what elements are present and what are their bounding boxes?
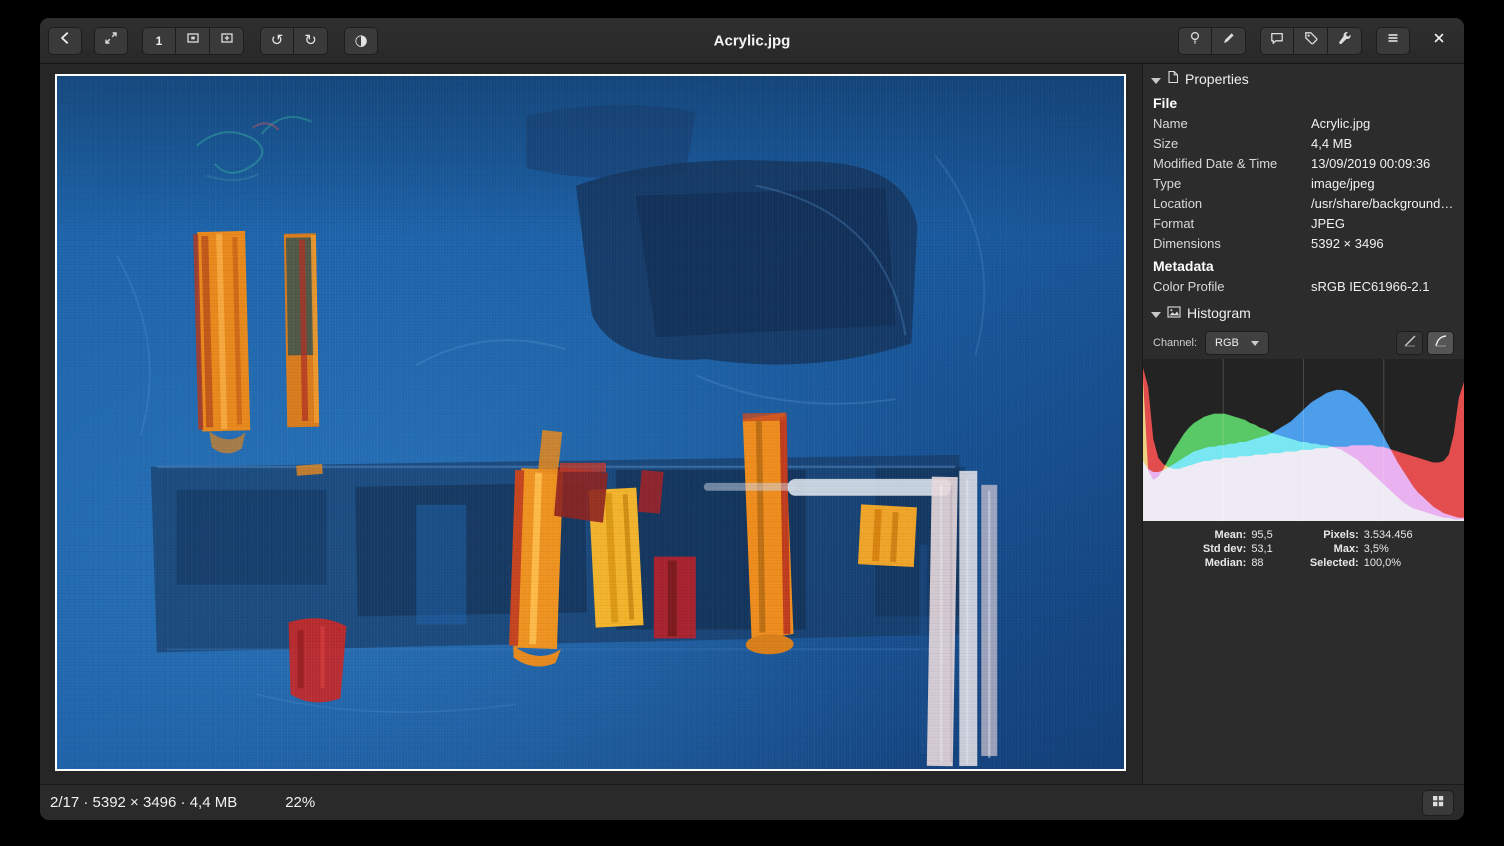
properties-section-header[interactable]: Properties	[1143, 64, 1464, 91]
acrylic-painting	[57, 76, 1124, 769]
histogram-scale-buttons	[1396, 331, 1454, 355]
adjust-colors-button[interactable]: ◑	[344, 27, 378, 55]
enhance-button[interactable]	[1178, 27, 1212, 55]
statusbar: 2/17 · 5392 × 3496 · 4,4 MB 22%	[40, 784, 1464, 820]
zoom-button-group: 1	[142, 27, 244, 55]
zoom-in-icon	[219, 30, 235, 51]
annotation-button-group	[1260, 27, 1362, 55]
zoom-actual-size-button[interactable]: 1	[142, 27, 176, 55]
histogram-stats-right: Pixels:3.534.456 Max:3,5% Selected:100,0…	[1307, 529, 1413, 569]
main-content: Properties File Name Acrylic.jpg Size 4,…	[40, 64, 1464, 784]
property-row-name: Name Acrylic.jpg	[1143, 114, 1464, 134]
actual-size-icon: 1	[156, 34, 163, 48]
hamburger-menu-icon	[1385, 30, 1401, 51]
lightbulb-icon	[1187, 30, 1203, 51]
contrast-circle-icon: ◑	[354, 33, 367, 48]
menu-button[interactable]	[1376, 27, 1410, 55]
channel-label: Channel:	[1153, 337, 1197, 349]
close-button[interactable]	[1422, 27, 1456, 55]
wrench-icon	[1337, 30, 1353, 51]
comment-bubble-icon	[1269, 30, 1285, 51]
metadata-section-title: Metadata	[1143, 254, 1464, 277]
linear-scale-icon	[1402, 333, 1418, 354]
rotate-left-button[interactable]: ↺	[260, 27, 294, 55]
chevron-left-icon	[57, 30, 73, 51]
back-button[interactable]	[48, 27, 82, 55]
document-icon	[1167, 70, 1179, 87]
tag-icon	[1303, 30, 1319, 51]
window-title: Acrylic.jpg	[714, 32, 791, 49]
property-row-dimensions: Dimensions 5392 × 3496	[1143, 234, 1464, 254]
property-row-modified: Modified Date & Time 13/09/2019 00:09:36	[1143, 154, 1464, 174]
tags-button[interactable]	[1294, 27, 1328, 55]
histogram-title: Histogram	[1187, 305, 1251, 321]
statusbar-zoom-level: 22%	[285, 794, 315, 811]
image-icon	[1167, 305, 1181, 321]
histogram-toolbar: Channel: RGB	[1143, 325, 1464, 359]
tools-button[interactable]	[1328, 27, 1362, 55]
property-row-location: Location /usr/share/background…	[1143, 194, 1464, 214]
statusbar-file-info: 2/17 · 5392 × 3496 · 4,4 MB	[50, 794, 237, 811]
histogram-stats-left: Mean:95,5 Std dev:53,1 Median:88	[1194, 529, 1272, 569]
channel-select-value: RGB	[1215, 337, 1239, 349]
property-row-format: Format JPEG	[1143, 214, 1464, 234]
property-row-color-profile: Color Profile sRGB IEC61966-2.1	[1143, 277, 1464, 297]
fit-window-icon	[185, 30, 201, 51]
rotate-left-icon: ↺	[271, 33, 284, 48]
edit-button-group	[1178, 27, 1246, 55]
histogram-chart	[1143, 359, 1464, 521]
close-icon	[1431, 30, 1447, 51]
comment-button[interactable]	[1260, 27, 1294, 55]
paintbrush-icon	[1221, 30, 1237, 51]
image-viewer[interactable]	[40, 64, 1142, 784]
histogram-linear-button[interactable]	[1396, 331, 1423, 355]
property-row-type: Type image/jpeg	[1143, 174, 1464, 194]
image-canvas[interactable]	[55, 74, 1126, 771]
thumbnails-toggle-button[interactable]	[1422, 790, 1454, 816]
logarithmic-scale-icon	[1433, 333, 1449, 354]
channel-select[interactable]: RGB	[1205, 331, 1269, 355]
edit-image-button[interactable]	[1212, 27, 1246, 55]
histogram-section-header[interactable]: Histogram	[1143, 299, 1464, 325]
sidebar-filler	[1143, 575, 1464, 784]
fullscreen-button[interactable]	[94, 27, 128, 55]
expander-down-icon	[1151, 305, 1161, 321]
properties-title: Properties	[1185, 71, 1249, 87]
histogram-logarithmic-button[interactable]	[1427, 331, 1454, 355]
expander-down-icon	[1151, 71, 1161, 87]
fullscreen-arrows-icon	[103, 30, 119, 51]
zoom-in-button[interactable]	[210, 27, 244, 55]
headerbar: 1 ↺ ↻	[40, 18, 1464, 64]
properties-sidebar: Properties File Name Acrylic.jpg Size 4,…	[1142, 64, 1464, 784]
rotate-right-icon: ↻	[304, 33, 317, 48]
property-row-size: Size 4,4 MB	[1143, 134, 1464, 154]
histogram-stats: Mean:95,5 Std dev:53,1 Median:88 Pixels:…	[1143, 521, 1464, 575]
zoom-fit-button[interactable]	[176, 27, 210, 55]
chevron-down-icon	[1251, 337, 1259, 349]
file-section-title: File	[1143, 91, 1464, 114]
rotate-button-group: ↺ ↻	[260, 27, 328, 55]
app-window: 1 ↺ ↻	[40, 18, 1464, 820]
rotate-right-button[interactable]: ↻	[294, 27, 328, 55]
grid-icon	[1430, 793, 1446, 813]
